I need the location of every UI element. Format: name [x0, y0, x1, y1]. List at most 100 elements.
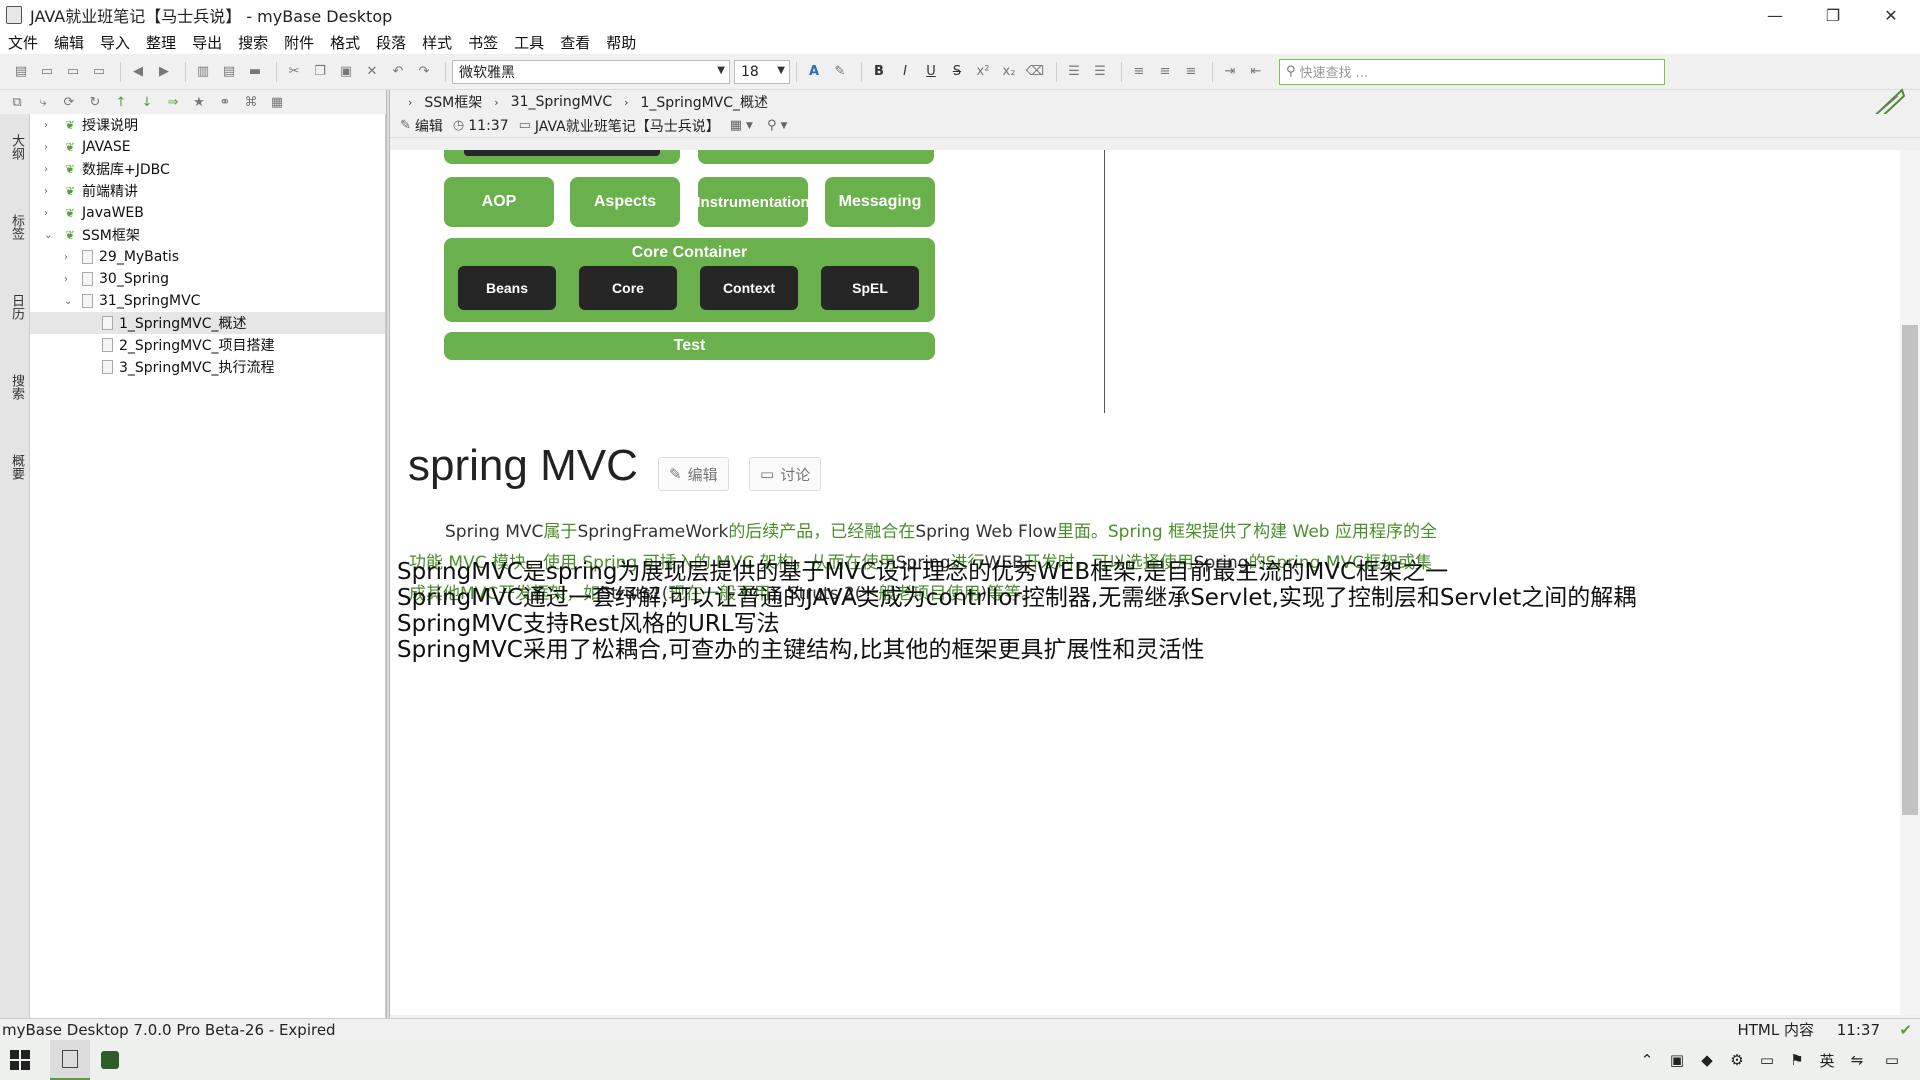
chevron-right-icon[interactable]: › [44, 120, 56, 131]
back-icon[interactable]: ◀ [127, 61, 149, 83]
mybase-taskbar-icon[interactable] [50, 1040, 90, 1080]
strikethrough-icon[interactable]: S [946, 61, 968, 83]
underline-icon[interactable]: U [920, 61, 942, 83]
outdent-icon[interactable]: ⇤ [1245, 61, 1267, 83]
chevron-down-icon[interactable]: ⌄ [44, 230, 56, 241]
tree-item[interactable]: › ❦ JAVASE [44, 136, 131, 158]
favorite-icon[interactable]: ★ [188, 91, 210, 113]
chevron-right-icon[interactable]: › [64, 252, 76, 263]
ordered-list-icon[interactable]: ☰ [1063, 61, 1085, 83]
chevron-up-icon[interactable]: ⌃ [1632, 1040, 1662, 1080]
menu-import[interactable]: 导入 [100, 32, 130, 53]
paste-icon[interactable]: ▣ [335, 61, 357, 83]
menu-edit[interactable]: 编辑 [54, 32, 84, 53]
indent-icon[interactable]: ⇥ [1219, 61, 1241, 83]
input-method-icon[interactable]: 英 [1812, 1040, 1842, 1080]
menu-file[interactable]: 文件 [8, 32, 38, 53]
tree-item[interactable]: › ❦ JavaWEB [44, 202, 144, 224]
new-doc-icon[interactable]: ▤ [10, 61, 32, 83]
breadcrumb-item[interactable]: 1_SpringMVC_概述 [641, 92, 769, 112]
delete-icon[interactable]: ✕ [361, 61, 383, 83]
move-down-icon[interactable]: ↓ [136, 91, 158, 113]
refresh-icon[interactable]: ↻ [84, 91, 106, 113]
new-child-icon[interactable]: ⤷ [32, 91, 54, 113]
menu-organize[interactable]: 整理 [146, 32, 176, 53]
calendar-dropdown[interactable]: ▦ ▼ [730, 118, 757, 133]
menu-help[interactable]: 帮助 [606, 32, 636, 53]
italic-icon[interactable]: I [894, 61, 916, 83]
tab-search[interactable]: 搜索 [4, 374, 26, 400]
edit-mode-toggle[interactable]: ✎ 编辑 [400, 116, 443, 136]
print-icon[interactable]: ▭ [88, 61, 110, 83]
sync-icon[interactable]: ✔ [1899, 1021, 1912, 1039]
menu-tools[interactable]: 工具 [514, 32, 544, 53]
tree-item-selected[interactable]: 1_SpringMVC_概述 [30, 312, 385, 334]
tag-icon[interactable]: ⌘ [240, 91, 262, 113]
move-up-icon[interactable]: ↑ [110, 91, 132, 113]
chevron-right-icon[interactable]: › [44, 164, 56, 175]
view-icon[interactable]: ▤ [218, 61, 240, 83]
superscript-icon[interactable]: x² [972, 61, 994, 83]
menu-bookmarks[interactable]: 书签 [468, 32, 498, 53]
font-size-select[interactable]: 18 ▼ [734, 59, 790, 84]
link-icon[interactable]: ⚭ [214, 91, 236, 113]
grid-icon[interactable]: ▦ [266, 91, 288, 113]
menu-export[interactable]: 导出 [192, 32, 222, 53]
split-icon[interactable]: ▬ [244, 61, 266, 83]
notebook-name[interactable]: ▭ JAVA就业班笔记【马士兵说】 [519, 116, 720, 136]
tray-app-icon[interactable]: ⇋ [1842, 1040, 1872, 1080]
tree-item[interactable]: › ❦ 授课说明 [44, 114, 138, 136]
tree-item[interactable]: 2_SpringMVC_项目搭建 [102, 334, 275, 356]
tree-item[interactable]: ⌄ ❦ SSM框架 [44, 224, 140, 246]
font-family-select[interactable]: 微软雅黑 ▼ [452, 59, 730, 84]
tab-calendar[interactable]: 日历 [4, 294, 26, 320]
breadcrumb-item[interactable]: 31_SpringMVC [511, 94, 612, 110]
save-icon[interactable]: ▭ [36, 61, 58, 83]
tree-item[interactable]: › ❦ 前端精讲 [44, 180, 138, 202]
tree-item[interactable]: ⌄ 31_SpringMVC [64, 290, 200, 312]
move-right-icon[interactable]: ⇒ [162, 91, 184, 113]
undo-icon[interactable]: ↶ [387, 61, 409, 83]
outline-icon[interactable]: ⧉ [6, 91, 28, 113]
chevron-right-icon[interactable]: › [64, 274, 76, 285]
maximize-button[interactable]: ❐ [1804, 0, 1862, 30]
align-center-icon[interactable]: ≡ [1154, 61, 1176, 83]
app-taskbar-icon[interactable] [90, 1040, 130, 1080]
edit-section-button[interactable]: ✎ 编辑 [658, 457, 729, 491]
copy-icon[interactable]: ❐ [309, 61, 331, 83]
tray-app-icon[interactable]: ⚑ [1782, 1040, 1812, 1080]
menu-search[interactable]: 搜索 [238, 32, 268, 53]
tree-item[interactable]: › 30_Spring [64, 268, 169, 290]
tree-item[interactable]: › 29_MyBatis [64, 246, 179, 268]
align-left-icon[interactable]: ≡ [1128, 61, 1150, 83]
tray-app-icon[interactable]: ▭ [1752, 1040, 1782, 1080]
close-button[interactable]: ✕ [1862, 0, 1920, 30]
chevron-right-icon[interactable]: › [44, 186, 56, 197]
tree-item[interactable]: 3_SpringMVC_执行流程 [102, 356, 275, 378]
tree-item[interactable]: › ❦ 数据库+JDBC [44, 158, 170, 180]
breadcrumb-item[interactable]: SSM框架 [424, 92, 482, 112]
bullet-list-icon[interactable]: ☰ [1089, 61, 1111, 83]
chevron-right-icon[interactable]: › [44, 208, 56, 219]
tray-app-icon[interactable]: ▣ [1662, 1040, 1692, 1080]
tab-outline[interactable]: 大纲 [4, 134, 26, 160]
menu-view[interactable]: 查看 [560, 32, 590, 53]
menu-format[interactable]: 格式 [330, 32, 360, 53]
chevron-down-icon[interactable]: ⌄ [64, 296, 76, 307]
bold-icon[interactable]: B [868, 61, 890, 83]
align-right-icon[interactable]: ≡ [1180, 61, 1202, 83]
discuss-button[interactable]: ▭ 讨论 [749, 457, 822, 491]
tab-tags[interactable]: 标签 [4, 214, 26, 240]
save-all-icon[interactable]: ▭ [62, 61, 84, 83]
text-color-icon[interactable]: A [803, 61, 825, 83]
menu-attachments[interactable]: 附件 [284, 32, 314, 53]
notification-icon[interactable]: ▭ [1872, 1040, 1912, 1080]
quick-search-input[interactable]: ⚲ 快速查找 ... [1279, 58, 1665, 85]
tab-overview[interactable]: 概要 [4, 454, 26, 480]
highlight-icon[interactable]: ✎ [829, 61, 851, 83]
windows-start-icon[interactable] [0, 1040, 40, 1080]
attachment-dropdown[interactable]: ⚲ ▼ [767, 118, 791, 133]
menu-paragraph[interactable]: 段落 [376, 32, 406, 53]
subscript-icon[interactable]: x₂ [998, 61, 1020, 83]
tray-app-icon[interactable]: ⚙ [1722, 1040, 1752, 1080]
